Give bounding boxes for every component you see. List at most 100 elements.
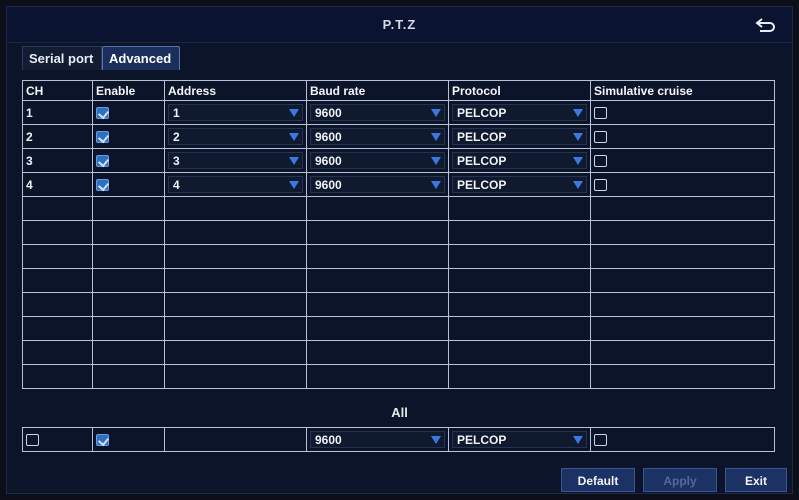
window-title: P.T.Z bbox=[382, 17, 417, 32]
baud-rate-select[interactable]: 9600 bbox=[310, 176, 445, 193]
empty-cell bbox=[92, 220, 165, 245]
empty-table-row bbox=[22, 316, 775, 341]
cruise-cell bbox=[590, 172, 775, 197]
protocol-value: PELCOP bbox=[457, 130, 507, 144]
empty-table-row bbox=[22, 268, 775, 293]
baud-rate-cell: 9600 bbox=[306, 124, 449, 149]
table-row: 1 1 9600 PELCOP bbox=[22, 100, 775, 125]
all-protocol-cell: PELCOP bbox=[448, 427, 591, 452]
protocol-cell: PELCOP bbox=[448, 124, 591, 149]
table-row: 4 4 9600 PELCOP bbox=[22, 172, 775, 197]
empty-cell bbox=[164, 316, 307, 341]
baud-rate-value: 9600 bbox=[315, 130, 342, 144]
cruise-cell bbox=[590, 124, 775, 149]
dropdown-arrow-icon bbox=[573, 181, 583, 189]
dropdown-arrow-icon bbox=[573, 157, 583, 165]
simulative-cruise-checkbox[interactable] bbox=[594, 107, 607, 120]
empty-cell bbox=[590, 316, 775, 341]
tab-serial-port[interactable]: Serial port bbox=[22, 46, 102, 70]
address-cell: 2 bbox=[164, 124, 307, 149]
header-protocol: Protocol bbox=[448, 80, 591, 101]
apply-button[interactable]: Apply bbox=[643, 468, 717, 492]
exit-button[interactable]: Exit bbox=[725, 468, 787, 492]
dropdown-arrow-icon bbox=[431, 133, 441, 141]
enable-checkbox[interactable] bbox=[96, 107, 109, 120]
address-value: 1 bbox=[173, 106, 180, 120]
ch-cell: 1 bbox=[22, 100, 93, 125]
dropdown-arrow-icon bbox=[573, 436, 583, 444]
protocol-select[interactable]: PELCOP bbox=[452, 104, 587, 121]
baud-rate-cell: 9600 bbox=[306, 148, 449, 173]
tab-advanced[interactable]: Advanced bbox=[102, 46, 180, 70]
empty-cell bbox=[164, 268, 307, 293]
dropdown-arrow-icon bbox=[431, 436, 441, 444]
simulative-cruise-checkbox[interactable] bbox=[594, 179, 607, 192]
empty-cell bbox=[306, 292, 449, 317]
empty-cell bbox=[448, 196, 591, 221]
empty-cell bbox=[164, 340, 307, 365]
baud-rate-select[interactable]: 9600 bbox=[310, 128, 445, 145]
dropdown-arrow-icon bbox=[289, 133, 299, 141]
empty-cell bbox=[590, 220, 775, 245]
empty-cell bbox=[590, 292, 775, 317]
address-select[interactable]: 1 bbox=[168, 104, 303, 121]
table-header-row: CH Enable Address Baud rate Protocol Sim… bbox=[22, 80, 775, 101]
baud-rate-select[interactable]: 9600 bbox=[310, 104, 445, 121]
select-all-checkbox[interactable] bbox=[26, 434, 39, 447]
enable-cell bbox=[92, 124, 165, 149]
empty-table-row bbox=[22, 220, 775, 245]
all-enable-checkbox[interactable] bbox=[96, 434, 109, 447]
all-cruise-checkbox[interactable] bbox=[594, 434, 607, 447]
address-cell: 3 bbox=[164, 148, 307, 173]
empty-cell bbox=[306, 220, 449, 245]
protocol-select[interactable]: PELCOP bbox=[452, 128, 587, 145]
all-settings-row: 9600 PELCOP bbox=[22, 427, 775, 452]
table-body: 1 1 9600 PELCOP 2 2 9600 PELCOP 3 3 9600 PELCOP 4 4 96… bbox=[22, 100, 775, 389]
address-select[interactable]: 2 bbox=[168, 128, 303, 145]
empty-cell bbox=[164, 196, 307, 221]
baud-rate-select[interactable]: 9600 bbox=[310, 152, 445, 169]
empty-cell bbox=[22, 292, 93, 317]
ch-cell: 3 bbox=[22, 148, 93, 173]
default-button[interactable]: Default bbox=[561, 468, 635, 492]
protocol-select[interactable]: PELCOP bbox=[452, 176, 587, 193]
empty-cell bbox=[22, 196, 93, 221]
all-protocol-select[interactable]: PELCOP bbox=[452, 431, 587, 448]
protocol-select[interactable]: PELCOP bbox=[452, 152, 587, 169]
address-select[interactable]: 3 bbox=[168, 152, 303, 169]
empty-cell bbox=[590, 340, 775, 365]
protocol-cell: PELCOP bbox=[448, 172, 591, 197]
enable-checkbox[interactable] bbox=[96, 155, 109, 168]
empty-cell bbox=[306, 244, 449, 269]
empty-cell bbox=[448, 364, 591, 389]
empty-table-row bbox=[22, 244, 775, 269]
empty-cell bbox=[164, 244, 307, 269]
all-baud-select[interactable]: 9600 bbox=[310, 431, 445, 448]
address-cell: 4 bbox=[164, 172, 307, 197]
dropdown-arrow-icon bbox=[431, 157, 441, 165]
header-simulative-cruise: Simulative cruise bbox=[590, 80, 775, 101]
ch-cell: 2 bbox=[22, 124, 93, 149]
simulative-cruise-checkbox[interactable] bbox=[594, 131, 607, 144]
protocol-value: PELCOP bbox=[457, 178, 507, 192]
empty-cell bbox=[590, 364, 775, 389]
address-select[interactable]: 4 bbox=[168, 176, 303, 193]
empty-cell bbox=[306, 364, 449, 389]
enable-checkbox[interactable] bbox=[96, 179, 109, 192]
back-icon[interactable] bbox=[754, 14, 778, 36]
header-address: Address bbox=[164, 80, 307, 101]
empty-cell bbox=[448, 316, 591, 341]
all-label: All bbox=[391, 405, 408, 420]
baud-rate-value: 9600 bbox=[315, 154, 342, 168]
empty-cell bbox=[22, 340, 93, 365]
empty-cell bbox=[306, 316, 449, 341]
address-value: 3 bbox=[173, 154, 180, 168]
all-protocol-value: PELCOP bbox=[457, 433, 507, 447]
dropdown-arrow-icon bbox=[289, 109, 299, 117]
protocol-value: PELCOP bbox=[457, 106, 507, 120]
all-baud-value: 9600 bbox=[315, 433, 342, 447]
simulative-cruise-checkbox[interactable] bbox=[594, 155, 607, 168]
empty-cell bbox=[22, 316, 93, 341]
enable-checkbox[interactable] bbox=[96, 131, 109, 144]
empty-cell bbox=[590, 268, 775, 293]
